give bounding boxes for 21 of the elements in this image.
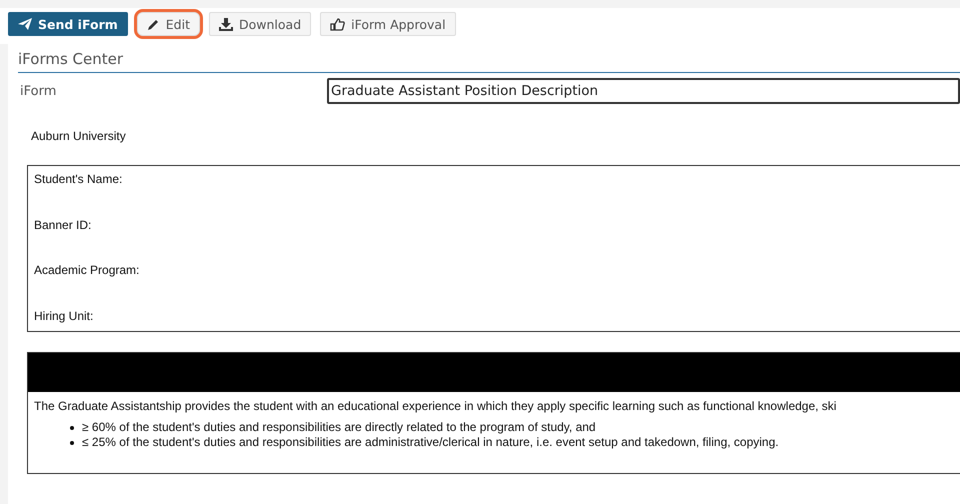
field-label: Student's Name: xyxy=(34,172,124,186)
toolbar-button[interactable]: Edit xyxy=(136,12,200,36)
field-label: Hiring Unit: xyxy=(34,308,94,323)
iform-field[interactable]: Graduate Assistant Position Description xyxy=(327,78,960,104)
download-icon xyxy=(219,18,233,30)
field-label: Banner ID: xyxy=(34,218,92,232)
bullet-text: ≤ 25% of the student's duties and responsibilities are administrative/clerical in nature, i.e. event setup and takedown, filing, copying. xyxy=(82,435,779,450)
section-title: iForms Center xyxy=(18,50,960,73)
intro-paragraph: The Graduate Assistantship provides the student with an educational experience in which they apply specific learning such as functional knowledge, ski xyxy=(33,398,838,415)
field-label: Academic Program: xyxy=(34,263,140,278)
paper-plane-icon xyxy=(18,18,32,30)
bullet-text: ≥ 60% of the student's duties and responsibilities are directly related to the program of study, and xyxy=(82,420,596,435)
institution-name: Auburn University xyxy=(30,128,127,145)
bullet-icon xyxy=(70,426,74,430)
thumbs-up-icon xyxy=(330,18,346,30)
toolbar-button[interactable]: iForm Approval xyxy=(320,12,456,36)
pencil-icon xyxy=(146,18,160,30)
bullet-icon xyxy=(70,440,74,444)
toolbar-button[interactable]: Send iForm xyxy=(8,12,128,36)
field-label: iForm xyxy=(19,84,58,98)
toolbar-button[interactable]: Download xyxy=(209,12,312,36)
